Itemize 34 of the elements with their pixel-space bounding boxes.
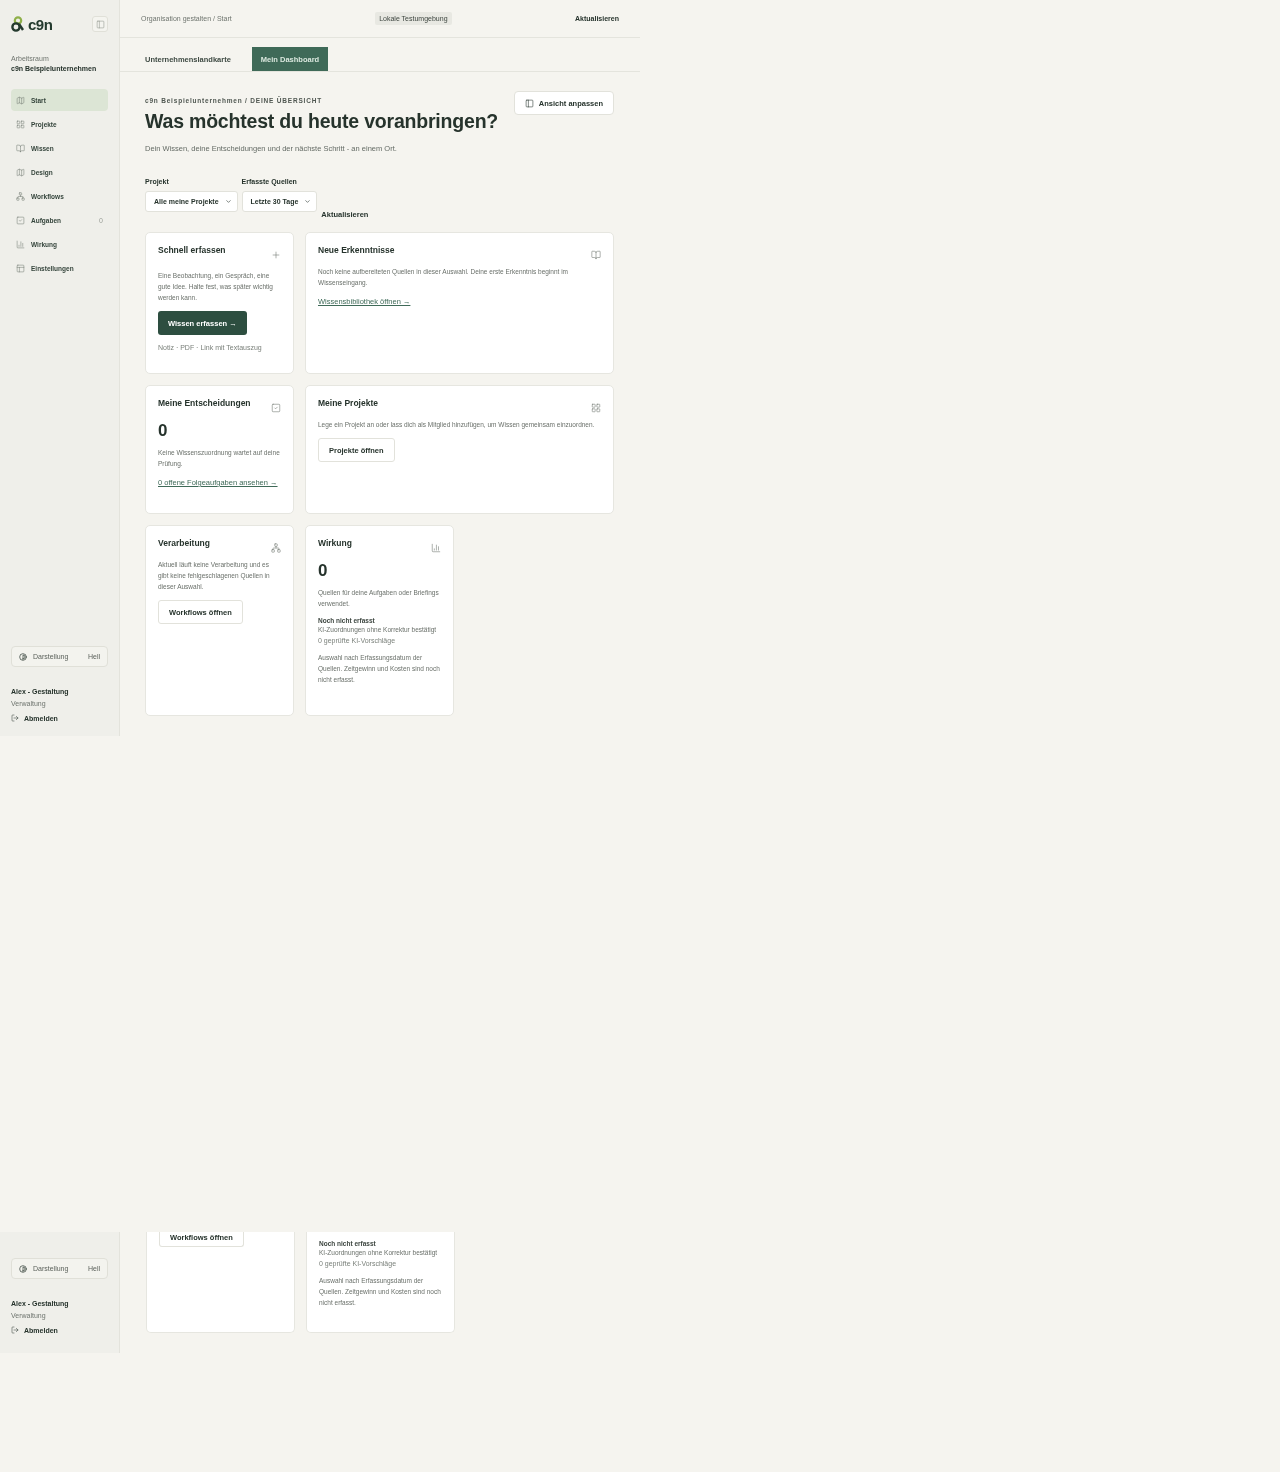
network-icon — [16, 191, 25, 201]
grid-icon — [591, 403, 601, 413]
logout-icon — [11, 1326, 19, 1334]
checkbox-icon — [271, 403, 281, 413]
card-title: Meine Projekte — [318, 398, 378, 408]
bar-chart-icon — [431, 543, 441, 553]
card-title: Meine Entscheidungen — [158, 398, 251, 408]
logo: c9n — [11, 15, 53, 33]
bar-chart-icon — [16, 239, 25, 249]
panel-icon — [16, 263, 25, 273]
book-icon — [591, 250, 601, 260]
count-value: 0 — [158, 421, 169, 441]
contrast-icon — [19, 652, 27, 661]
collapse-sidebar-button[interactable] — [92, 16, 108, 32]
map-icon — [16, 95, 25, 105]
card-title: Wirkung — [318, 538, 352, 548]
checkbox-icon — [16, 215, 25, 225]
logo-icon — [11, 16, 25, 32]
contrast-icon — [19, 1264, 27, 1273]
chevron-down-icon — [224, 198, 232, 205]
count-value: 0 — [318, 561, 329, 581]
book-icon — [16, 143, 25, 153]
layout-icon — [524, 98, 534, 108]
page-title: Was möchtest du heute voranbringen? — [145, 110, 499, 133]
logout-icon — [11, 714, 19, 722]
plus-icon — [271, 250, 281, 260]
network-icon — [271, 543, 281, 553]
card-title: Schnell erfassen — [158, 245, 226, 255]
card-title: Neue Erkenntnisse — [318, 245, 395, 255]
map-icon — [16, 167, 25, 177]
grid-icon — [16, 119, 25, 129]
chevron-down-icon — [304, 198, 312, 205]
card-title: Verarbeitung — [158, 538, 210, 548]
sidebar-toggle-icon — [95, 19, 105, 29]
